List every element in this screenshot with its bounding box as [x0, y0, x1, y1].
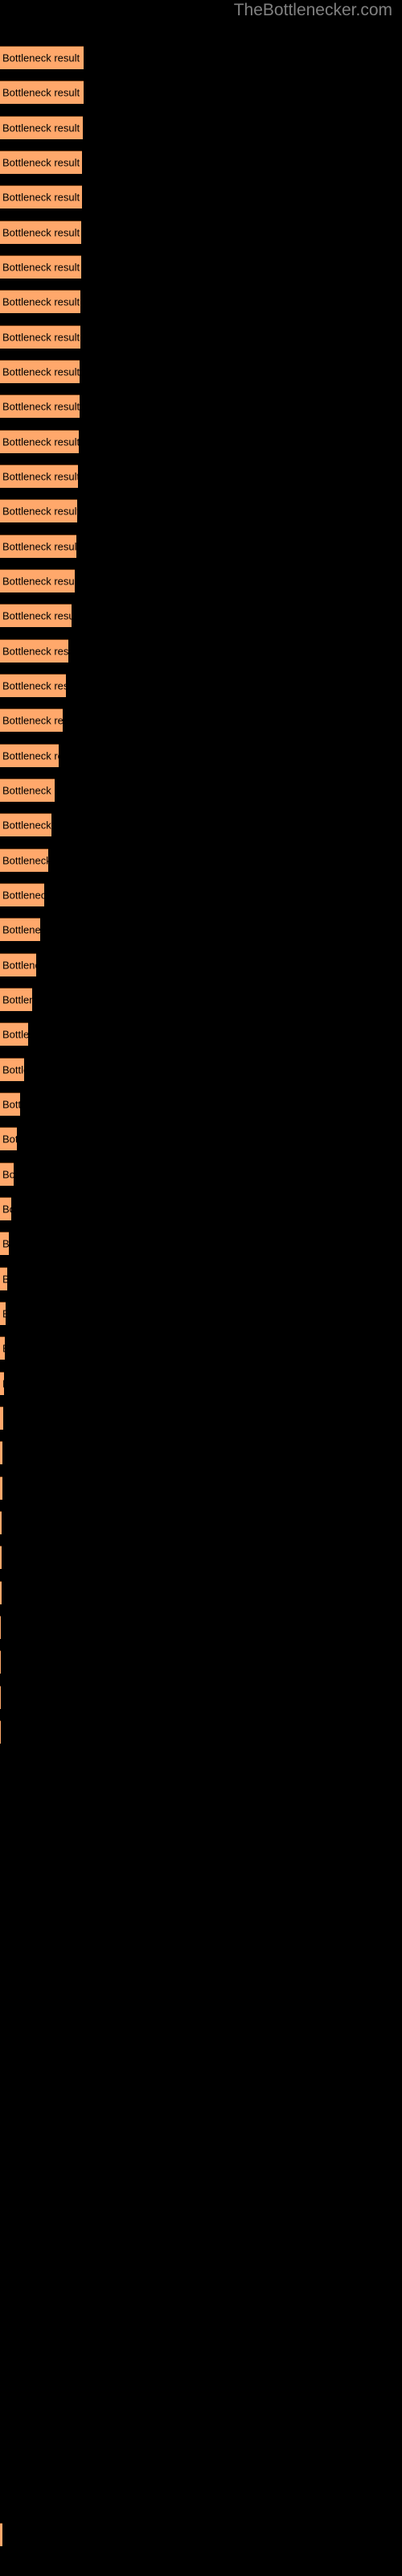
bar[interactable]: Bottleneck result — [0, 604, 72, 627]
bar[interactable]: Bottleneck result — [0, 221, 81, 244]
bar[interactable]: Bottleneck result — [0, 2523, 2, 2546]
bar[interactable]: Bottleneck result — [0, 46, 84, 69]
bar[interactable]: Bottleneck result — [0, 1406, 3, 1430]
bar-label: Bottleneck result — [2, 331, 80, 344]
bar[interactable]: Bottleneck result — [0, 535, 76, 558]
bar[interactable]: Bottleneck result — [0, 1441, 2, 1464]
bar-label: Bottleneck result — [2, 645, 68, 658]
bar[interactable]: Bottleneck result — [0, 1372, 4, 1395]
bar-label: Bottleneck result — [2, 854, 48, 867]
bar-label: Bottleneck result — [2, 261, 80, 274]
bar[interactable]: Bottleneck result — [0, 674, 66, 697]
bar[interactable]: Bottleneck result — [0, 1511, 2, 1534]
bar[interactable]: Bottleneck result — [0, 185, 82, 208]
bar-label: Bottleneck result — [2, 819, 51, 832]
bar-label: Bottleneck result — [2, 86, 80, 99]
bottleneck-bar-chart: Bottleneck result Bottleneck result Bottle… — [0, 0, 402, 2576]
bar-label: Bottleneck result — [2, 749, 59, 762]
bar-label: Bottleneck result — [2, 540, 76, 553]
bar-label: Bottleneck result — [2, 191, 80, 204]
bar[interactable]: Bottleneck result — [0, 499, 77, 522]
bar-label: Bottleneck result — [2, 923, 40, 936]
bar-label: Bottleneck result — [2, 1343, 5, 1355]
bar[interactable]: Bottleneck result — [0, 80, 84, 104]
bar-label: Bottleneck result — [2, 1133, 17, 1146]
bar[interactable]: Bottleneck result — [0, 1476, 2, 1500]
bar-label: Bottleneck result — [2, 1413, 3, 1425]
bar-label: Bottleneck result — [2, 889, 44, 902]
bar-label: Bottleneck result — [2, 609, 72, 622]
bar[interactable]: Bottleneck result — [0, 1302, 6, 1325]
bar-label: Bottleneck result — [2, 505, 77, 518]
bar[interactable]: Bottleneck result — [0, 1232, 9, 1255]
bar[interactable]: Bottleneck result — [0, 1686, 1, 1709]
bar[interactable]: Bottleneck result — [0, 1092, 20, 1116]
bar[interactable]: Bottleneck result — [0, 918, 40, 941]
bar-label: Bottleneck result — [2, 993, 32, 1006]
bar-label: Bottleneck result — [2, 365, 80, 378]
bar[interactable]: Bottleneck result — [0, 848, 48, 872]
bar[interactable]: Bottleneck result — [0, 151, 82, 174]
bar-label: Bottleneck result — [2, 784, 55, 797]
bar[interactable]: Bottleneck result — [0, 1022, 28, 1046]
bar-label: Bottleneck result — [2, 470, 78, 483]
bar-label: Bottleneck result — [2, 400, 80, 413]
bar-label: Bottleneck result — [2, 1063, 24, 1076]
bar[interactable]: Bottleneck result — [0, 988, 32, 1011]
bar-label: Bottleneck result — [2, 52, 80, 64]
bar[interactable]: Bottleneck result — [0, 569, 75, 592]
bar-label: Bottleneck result — [2, 295, 80, 308]
bar[interactable]: Bottleneck result — [0, 639, 68, 663]
bar[interactable]: Bottleneck result — [0, 325, 80, 349]
bar[interactable]: Bottleneck result — [0, 778, 55, 802]
bar[interactable]: Bottleneck result — [0, 1162, 14, 1186]
bar-label: Bottleneck result — [2, 1028, 28, 1041]
bar[interactable]: Bottleneck result — [0, 1650, 1, 1674]
bar-label: Bottleneck result — [2, 436, 79, 448]
bar[interactable]: Bottleneck result — [0, 953, 36, 976]
bar[interactable]: Bottleneck result — [0, 290, 80, 313]
bar[interactable]: Bottleneck result — [0, 1267, 7, 1290]
bar[interactable]: Bottleneck result — [0, 813, 51, 836]
bar[interactable]: Bottleneck result — [0, 430, 79, 453]
bar[interactable]: Bottleneck result — [0, 1197, 11, 1220]
bar[interactable]: Bottleneck result — [0, 360, 80, 383]
bar[interactable]: Bottleneck result — [0, 464, 78, 488]
bar-label: Bottleneck result — [2, 959, 36, 972]
bar-label: Bottleneck result — [2, 1168, 14, 1181]
bar-label: Bottleneck result — [2, 1274, 7, 1286]
bar[interactable]: Bottleneck result — [0, 1581, 2, 1604]
bar[interactable]: Bottleneck result — [0, 116, 83, 139]
bar[interactable]: Bottleneck result — [0, 1127, 17, 1150]
bar-label: Bottleneck result — [2, 1098, 20, 1111]
bar[interactable]: Bottleneck result — [0, 255, 81, 279]
bar[interactable]: Bottleneck result — [0, 1546, 2, 1569]
bar[interactable]: Bottleneck result — [0, 1058, 24, 1081]
bar-label: Bottleneck result — [2, 679, 66, 692]
bar-label: Bottleneck result — [2, 1203, 11, 1216]
bar[interactable]: Bottleneck result — [0, 744, 59, 767]
bar[interactable]: Bottleneck result — [0, 1720, 1, 1744]
bar-label: Bottleneck result — [2, 1378, 4, 1390]
bar-label: Bottleneck result — [2, 575, 75, 588]
bar-label: Bottleneck result — [2, 1308, 6, 1320]
bar[interactable]: Bottleneck result — [0, 1336, 5, 1360]
bar[interactable]: Bottleneck result — [0, 394, 80, 418]
bar[interactable]: Bottleneck result — [0, 883, 44, 906]
bar-label: Bottleneck result — [2, 122, 80, 134]
bar-label: Bottleneck result — [2, 226, 80, 239]
bar[interactable]: Bottleneck result — [0, 1616, 1, 1639]
bar-label: Bottleneck result — [2, 714, 63, 727]
bar-label: Bottleneck result — [2, 1237, 9, 1250]
bar[interactable]: Bottleneck result — [0, 708, 63, 732]
bar-label: Bottleneck result — [2, 156, 80, 169]
